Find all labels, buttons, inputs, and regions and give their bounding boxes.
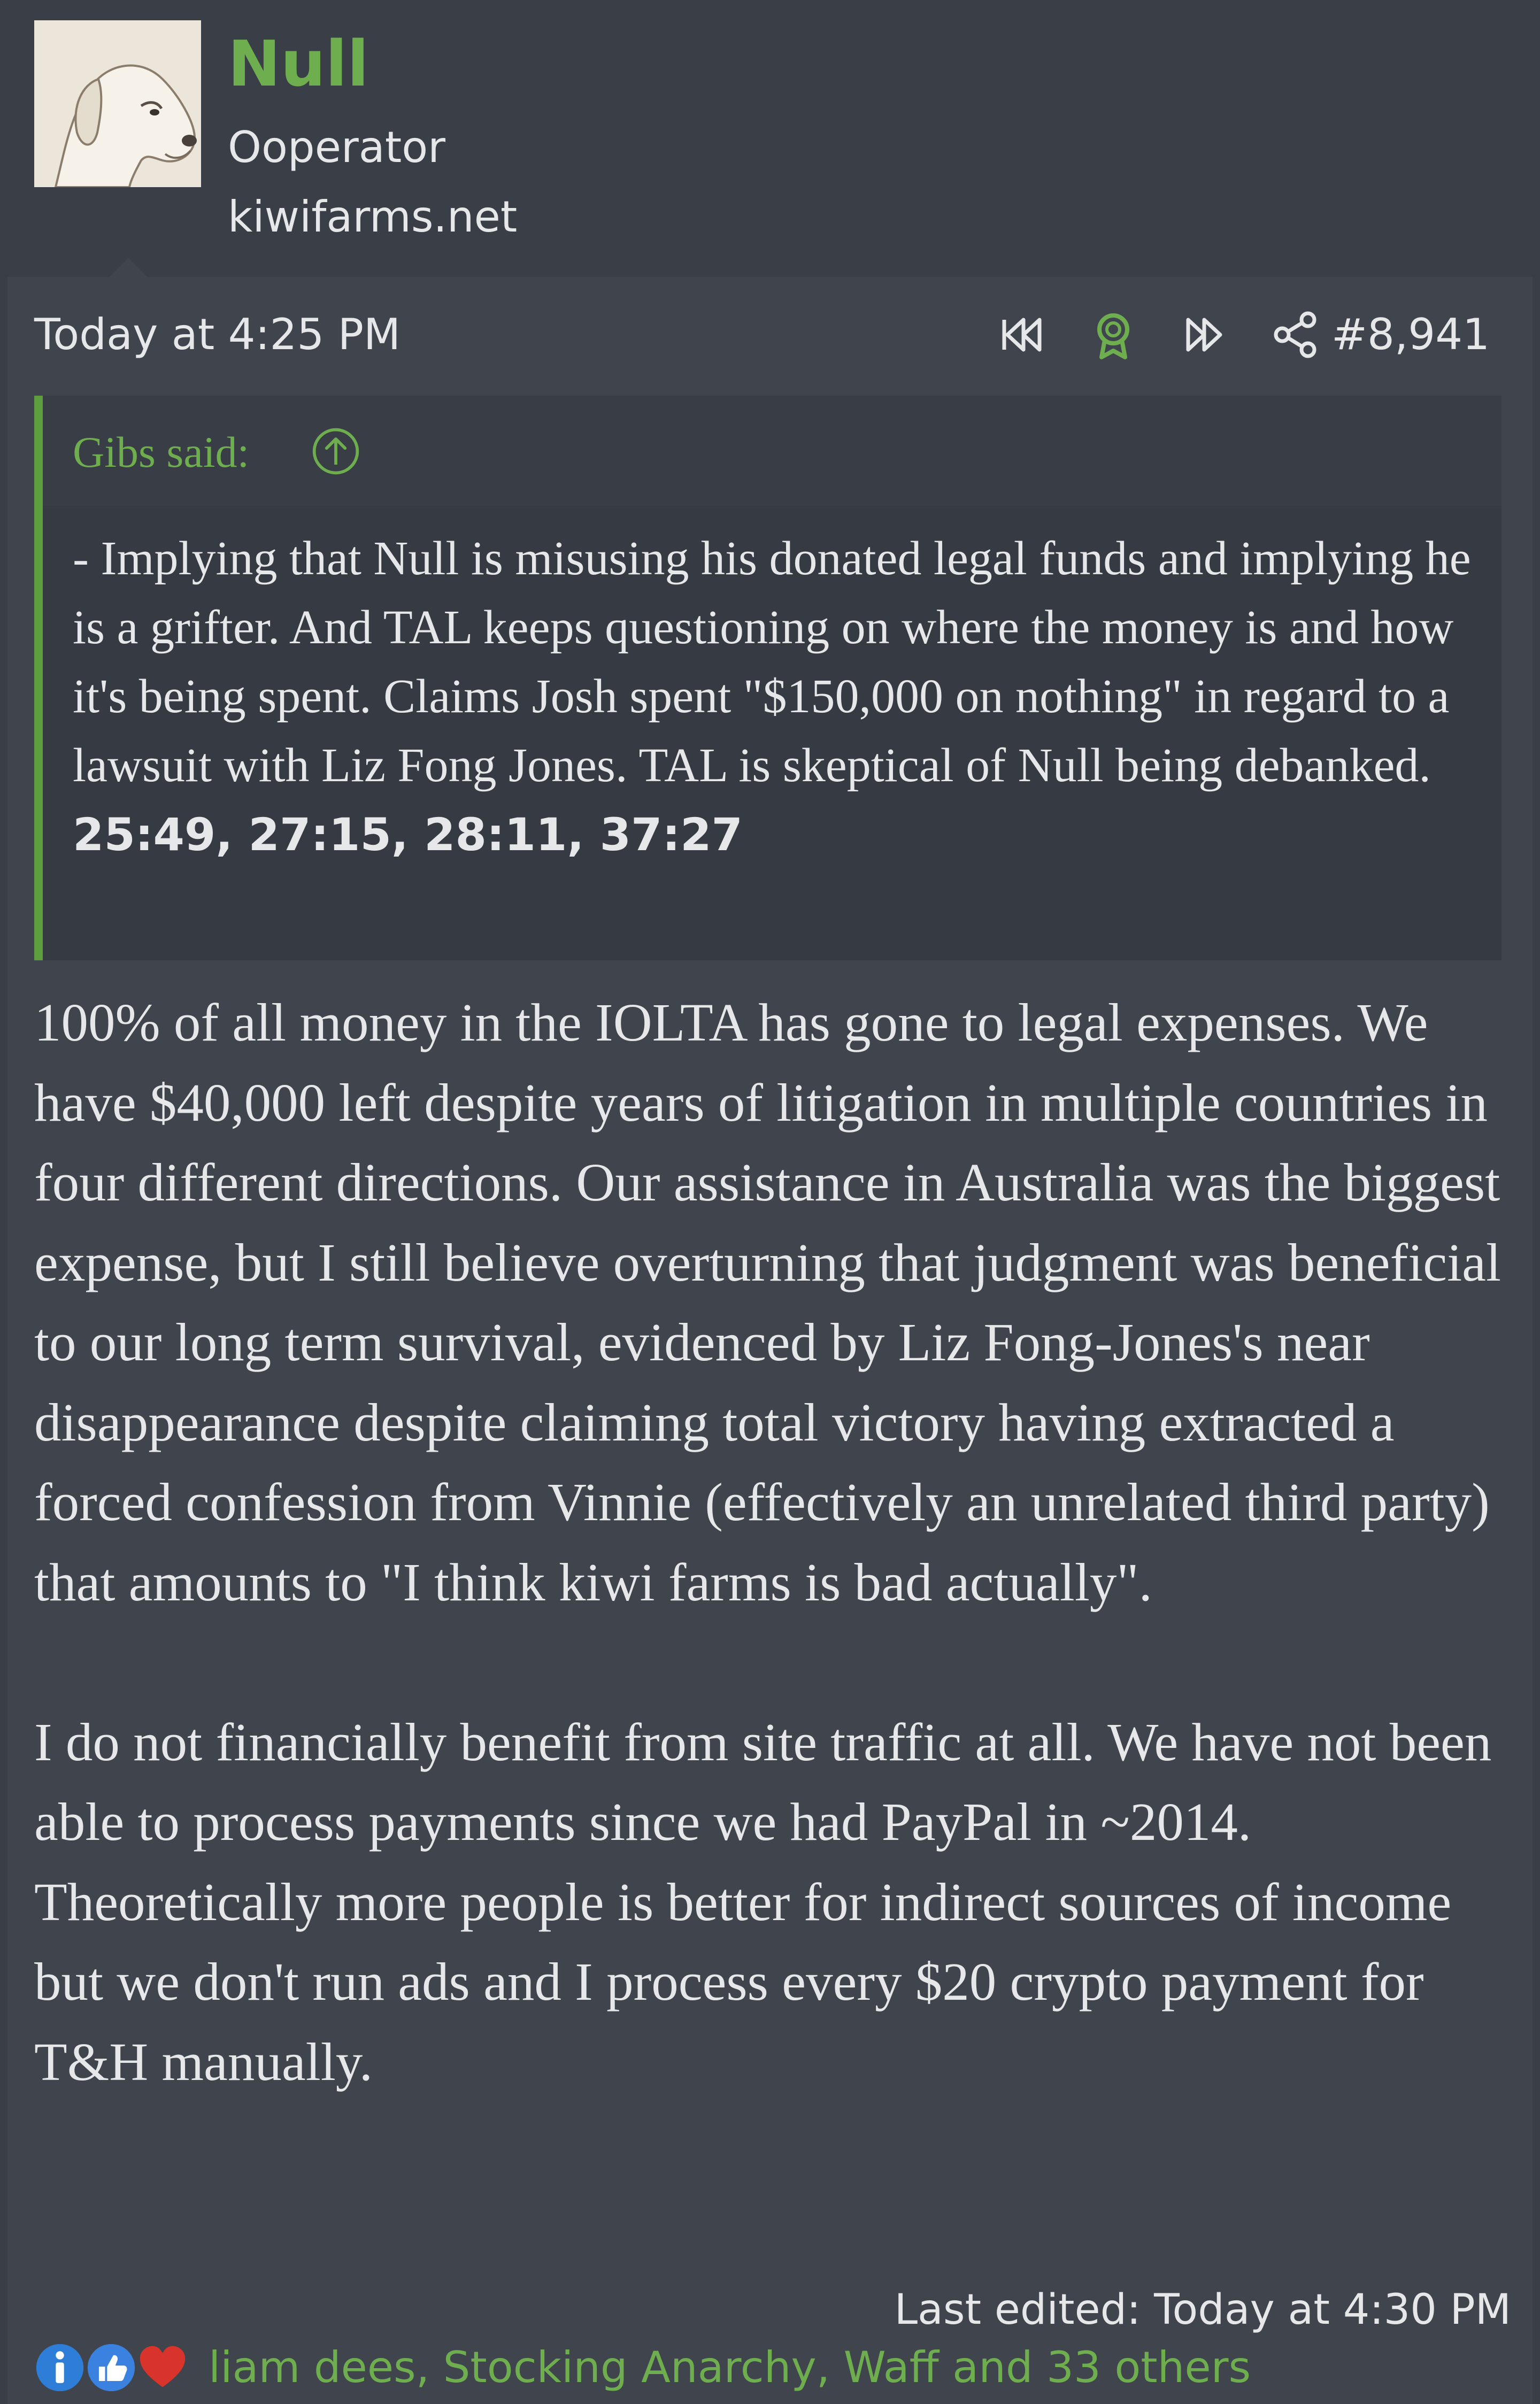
quote-author[interactable]: Gibs said: xyxy=(73,420,249,484)
post-meta-row: Today at 4:25 PM #8,941 xyxy=(7,277,1533,389)
post-paragraph-1: 100% of all money in the IOLTA has gone … xyxy=(34,992,1502,1612)
quote-body: - Implying that Null is misusing his don… xyxy=(73,532,1471,792)
user-site: kiwifarms.net xyxy=(228,192,518,242)
last-edited[interactable]: Last edited: Today at 4:30 PM xyxy=(895,2278,1511,2342)
quote-block: Gibs said: - Implying that Null is misus… xyxy=(34,396,1502,960)
rewind-icon[interactable] xyxy=(996,308,1049,361)
jump-to-quote-icon[interactable] xyxy=(310,426,361,477)
fast-forward-icon[interactable] xyxy=(1177,308,1231,361)
user-block-pointer xyxy=(109,258,148,277)
heart-icon[interactable] xyxy=(137,2342,188,2393)
reactions-names[interactable]: liam dees, Stocking Anarchy, Waff and 33… xyxy=(209,2336,1251,2400)
user-avatar[interactable] xyxy=(34,20,201,187)
post-paragraph-2: I do not financially benefit from site t… xyxy=(34,1712,1492,2092)
user-title: Ooperator xyxy=(228,122,446,172)
quote-text: - Implying that Null is misusing his don… xyxy=(73,524,1474,869)
user-info-block: Null Ooperator kiwifarms.net xyxy=(7,0,1533,277)
share-icon[interactable] xyxy=(1268,308,1322,361)
reaction-icons[interactable] xyxy=(34,2336,201,2400)
quote-header: Gibs said: xyxy=(43,396,1502,506)
post-container: Null Ooperator kiwifarms.net Today at 4:… xyxy=(7,0,1533,2404)
dog-avatar-icon xyxy=(34,20,201,187)
like-icon[interactable] xyxy=(86,2342,137,2393)
post-date[interactable]: Today at 4:25 PM xyxy=(34,303,401,367)
informative-icon[interactable] xyxy=(34,2342,86,2393)
award-icon[interactable] xyxy=(1087,308,1140,361)
quote-timestamps: 25:49, 27:15, 28:11, 37:27 xyxy=(73,808,743,861)
reactions-bar[interactable]: liam dees, Stocking Anarchy, Waff and 33… xyxy=(34,2336,1251,2400)
post-body: 100% of all money in the IOLTA has gone … xyxy=(34,983,1521,2102)
post-number[interactable]: #8,941 xyxy=(1331,303,1490,367)
username[interactable]: Null xyxy=(228,24,369,104)
